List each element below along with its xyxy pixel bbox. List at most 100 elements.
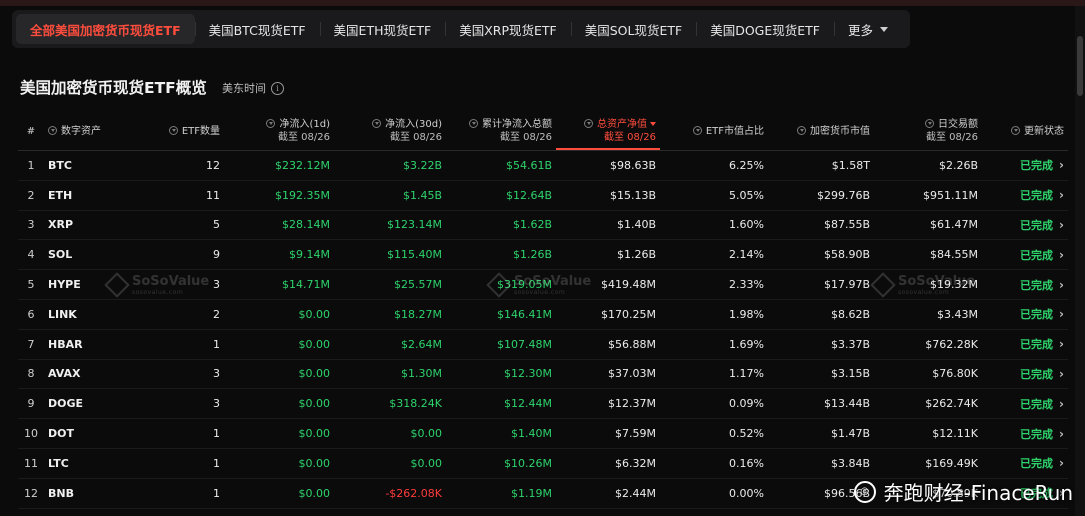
cumulative-inflow: $12.44M bbox=[446, 388, 556, 420]
status-badge: 已完成 bbox=[1020, 218, 1054, 232]
chevron-right-icon[interactable]: › bbox=[1053, 427, 1064, 441]
col-header-daily-volume[interactable]: 日交易额 截至 08/26 bbox=[874, 112, 982, 151]
table-row[interactable]: 7 HBAR 1 $0.00 $2.64M $107.48M $56.88M 1.69% $3.… bbox=[18, 329, 1068, 360]
timezone-text: 美东时间 bbox=[222, 82, 266, 95]
table-row[interactable]: 5 HYPE 3 $14.71M $25.57M $319.05M $419.48M 2.33… bbox=[18, 269, 1068, 300]
col-header-asset[interactable]: 数字资产 bbox=[44, 112, 130, 151]
tab-doge-spot-etf[interactable]: 美国DOGE现货ETF bbox=[696, 14, 834, 44]
chevron-right-icon[interactable]: › bbox=[1053, 307, 1064, 321]
etf-count: 1 bbox=[130, 418, 224, 449]
table-row[interactable]: 1 BTC 12 $232.12M $3.22B $54.61B $98.63B 6.25% $… bbox=[18, 150, 1068, 181]
table-row[interactable]: 10 DOT 1 $0.00 $0.00 $1.40M $7.59M 0.52% $1.47B $… bbox=[18, 418, 1068, 449]
update-status[interactable]: 已完成 › bbox=[982, 329, 1068, 360]
net-inflow-30d: $123.14M bbox=[334, 210, 446, 241]
net-inflow-30d: $2.64M bbox=[334, 329, 446, 360]
col-header-total-net-assets[interactable]: 总资产净值 截至 08/26 bbox=[556, 112, 660, 151]
table-row[interactable]: 11 LTC 1 $0.00 $0.00 $10.26M $6.32M 0.16% $3.84B… bbox=[18, 448, 1068, 479]
chevron-right-icon[interactable]: › bbox=[1053, 158, 1064, 172]
top-strip bbox=[0, 0, 1085, 6]
total-net-assets: $419.48M bbox=[556, 269, 660, 300]
update-status[interactable]: 已完成 › bbox=[982, 150, 1068, 181]
total-net-assets: $2.44M bbox=[556, 478, 660, 509]
total-net-assets: $15.13B bbox=[556, 180, 660, 211]
total-net-assets: $1.26B bbox=[556, 239, 660, 271]
update-status[interactable]: 已完成 › bbox=[982, 448, 1068, 479]
scrollbar-thumb[interactable] bbox=[1077, 36, 1083, 96]
tab-btc-spot-etf[interactable]: 美国BTC现货ETF bbox=[194, 14, 320, 44]
wechat-channel-icon: ◎ bbox=[853, 480, 876, 503]
table-row[interactable]: 9 DOGE 3 $0.00 $318.24K $12.44M $12.37M 0.09% $1… bbox=[18, 388, 1068, 420]
update-status[interactable]: 已完成 › bbox=[982, 269, 1068, 300]
tab-sol-spot-etf[interactable]: 美国SOL现货ETF bbox=[570, 14, 696, 44]
chevron-right-icon[interactable]: › bbox=[1053, 248, 1064, 262]
table-row[interactable]: 6 LINK 2 $0.00 $18.27M $146.41M $170.25M 1.98% $… bbox=[18, 299, 1068, 330]
sort-icon bbox=[584, 119, 593, 128]
more-tabs-button[interactable]: 更多 bbox=[833, 14, 902, 44]
row-index: 10 bbox=[18, 418, 44, 449]
update-status[interactable]: 已完成 › bbox=[982, 239, 1068, 271]
net-inflow-30d: $1.30M bbox=[334, 359, 446, 390]
update-status[interactable]: 已完成 › bbox=[982, 299, 1068, 330]
update-status[interactable]: 已完成 › bbox=[982, 180, 1068, 211]
col-header-net-inflow-1d[interactable]: 净流入(1d) 截至 08/26 bbox=[224, 112, 334, 151]
net-inflow-30d: $115.40M bbox=[334, 239, 446, 271]
col-header-net-30d-label: 净流入(30d) bbox=[385, 119, 442, 130]
net-inflow-1d: $0.00 bbox=[224, 388, 334, 420]
etf-share: 5.05% bbox=[660, 180, 768, 211]
chevron-right-icon[interactable]: › bbox=[1053, 188, 1064, 202]
table-header-row: # 数字资产 ETF数量 净流入(1d) 截至 08/26 净流入(30d) 截至 … bbox=[18, 112, 1068, 151]
crypto-market-cap: $87.55B bbox=[768, 210, 874, 241]
col-header-etf-share[interactable]: ETF市值占比 bbox=[660, 112, 768, 151]
col-header-net-inflow-30d[interactable]: 净流入(30d) 截至 08/26 bbox=[334, 112, 446, 151]
update-status[interactable]: 已完成 › bbox=[982, 388, 1068, 420]
row-index: 4 bbox=[18, 239, 44, 271]
scrollbar[interactable] bbox=[1075, 6, 1085, 516]
etf-share: 1.98% bbox=[660, 299, 768, 330]
table-row[interactable]: 2 ETH 11 $192.35M $1.45B $12.64B $15.13B 5.05% $… bbox=[18, 180, 1068, 211]
cumulative-inflow: $319.05M bbox=[446, 269, 556, 300]
chevron-right-icon[interactable]: › bbox=[1053, 367, 1064, 381]
col-header-crypto-market-cap[interactable]: 加密货币市值 bbox=[768, 112, 874, 151]
cumulative-inflow: $1.40M bbox=[446, 418, 556, 449]
asset-symbol: BNB bbox=[44, 478, 130, 509]
tab-xrp-spot-etf[interactable]: 美国XRP现货ETF bbox=[445, 14, 571, 44]
net-inflow-30d: -$262.08K bbox=[334, 478, 446, 509]
total-net-assets: $6.32M bbox=[556, 448, 660, 479]
etf-share: 0.16% bbox=[660, 448, 768, 479]
table-row[interactable]: 3 XRP 5 $28.14M $123.14M $1.62B $1.40B 1.60% $87… bbox=[18, 210, 1068, 241]
col-header-etf-count[interactable]: ETF数量 bbox=[130, 112, 224, 151]
row-index: 2 bbox=[18, 180, 44, 211]
status-badge: 已完成 bbox=[1020, 308, 1054, 322]
col-header-cum-date: 截至 08/26 bbox=[500, 132, 552, 143]
table-row[interactable]: 8 AVAX 3 $0.00 $1.30M $12.30M $37.03M 1.17% $3.1… bbox=[18, 359, 1068, 390]
chevron-right-icon[interactable]: › bbox=[1053, 337, 1064, 351]
row-index: 6 bbox=[18, 299, 44, 330]
status-badge: 已完成 bbox=[1020, 367, 1054, 381]
etf-share: 0.00% bbox=[660, 478, 768, 509]
update-status[interactable]: 已完成 › bbox=[982, 418, 1068, 449]
asset-symbol: AVAX bbox=[44, 359, 130, 390]
tab-eth-spot-etf[interactable]: 美国ETH现货ETF bbox=[319, 14, 446, 44]
crypto-market-cap: $1.47B bbox=[768, 418, 874, 449]
chevron-right-icon[interactable]: › bbox=[1053, 218, 1064, 232]
col-header-cumulative-inflow[interactable]: 累计净流入总额 截至 08/26 bbox=[446, 112, 556, 151]
tab-all-us-crypto-spot-etf[interactable]: 全部美国加密货币现货ETF bbox=[16, 14, 195, 44]
update-status[interactable]: 已完成 › bbox=[982, 210, 1068, 241]
chevron-right-icon[interactable]: › bbox=[1053, 397, 1064, 411]
daily-volume: $84.55M bbox=[874, 239, 982, 271]
chevron-right-icon[interactable]: › bbox=[1053, 278, 1064, 292]
etf-share: 0.09% bbox=[660, 388, 768, 420]
net-inflow-1d: $0.00 bbox=[224, 448, 334, 479]
total-net-assets: $56.88M bbox=[556, 329, 660, 360]
asset-symbol: BTC bbox=[44, 150, 130, 181]
table-row[interactable]: 4 SOL 9 $9.14M $115.40M $1.26B $1.26B 2.14% $58.… bbox=[18, 239, 1068, 271]
status-badge: 已完成 bbox=[1020, 397, 1054, 411]
chevron-right-icon[interactable]: › bbox=[1053, 456, 1064, 470]
crypto-market-cap: $17.97B bbox=[768, 269, 874, 300]
update-status[interactable]: 已完成 › bbox=[982, 359, 1068, 390]
crypto-market-cap: $1.58T bbox=[768, 150, 874, 181]
col-header-update-status[interactable]: 更新状态 bbox=[982, 112, 1068, 151]
row-index: 8 bbox=[18, 359, 44, 390]
info-icon[interactable]: i bbox=[271, 81, 284, 95]
daily-volume: $169.49K bbox=[874, 448, 982, 479]
